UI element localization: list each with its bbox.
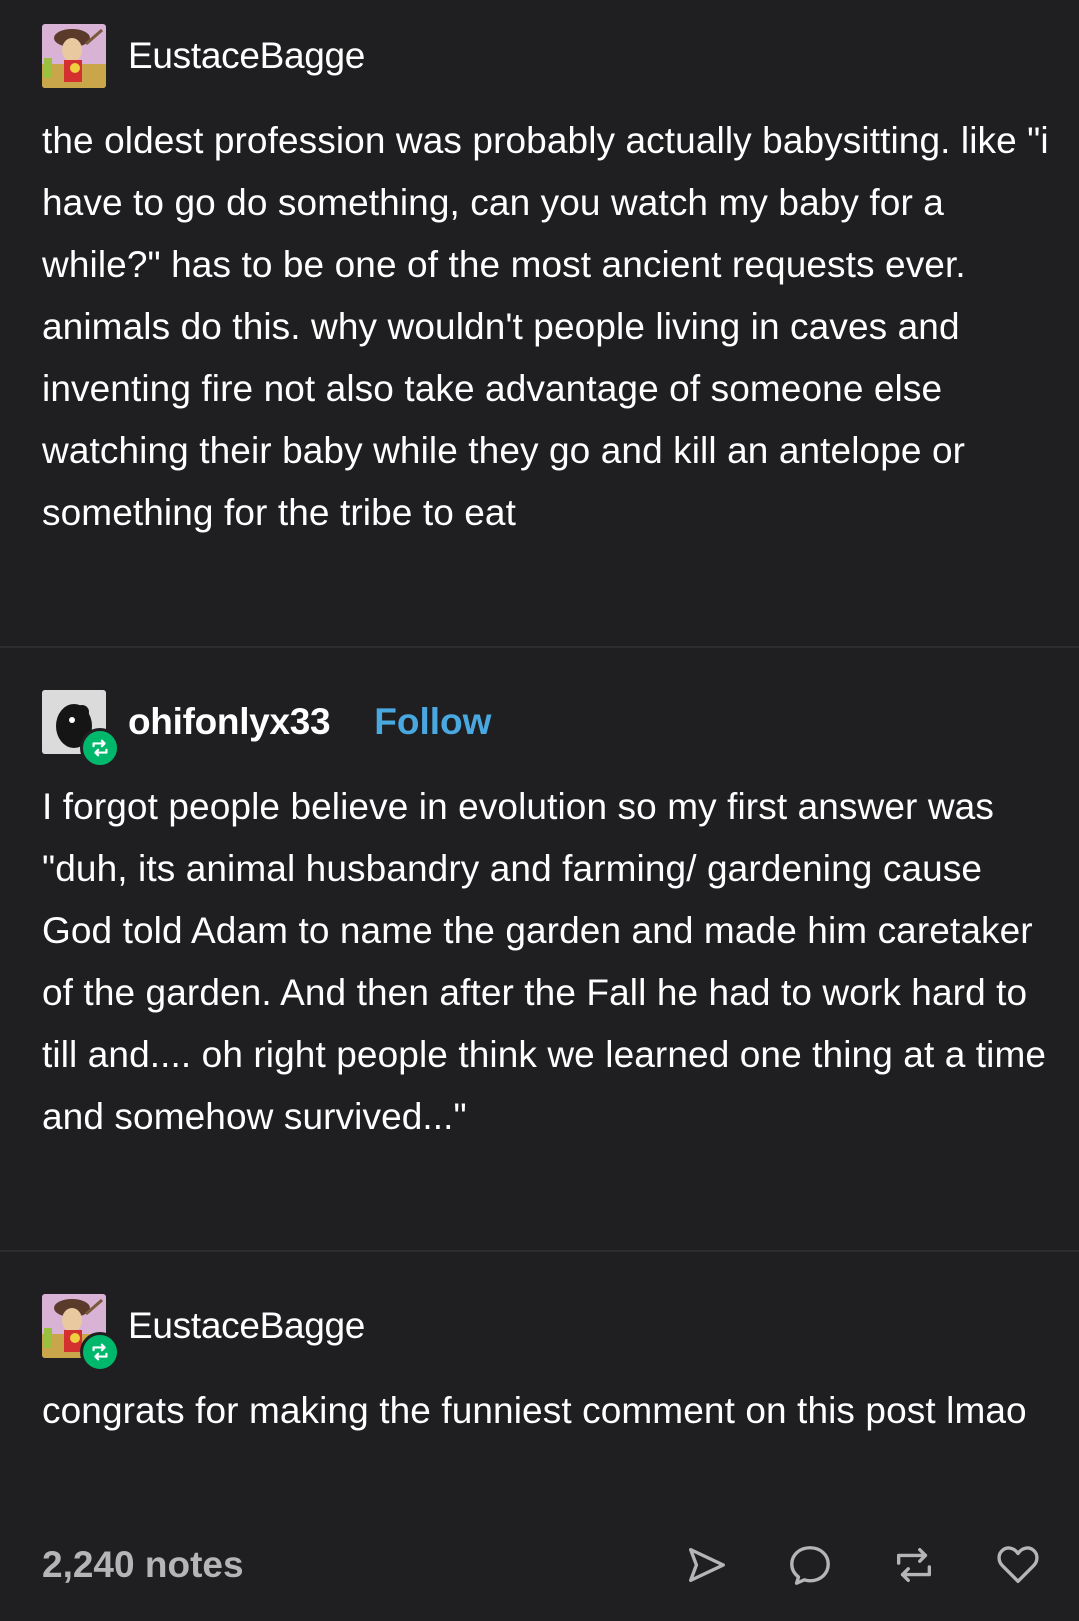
reblog-icon [92,1343,108,1361]
reblog-badge [80,1332,120,1372]
reply-icon[interactable] [786,1541,834,1589]
follow-button[interactable]: Follow [374,701,491,743]
post-body: the oldest profession was probably actua… [42,120,1049,533]
reblog-badge [80,728,120,768]
post-header: ohifonlyx33 Follow [42,690,491,768]
username[interactable]: EustaceBagge [128,35,365,77]
reblog-icon[interactable] [890,1541,938,1589]
notes-count[interactable]: 2,240 notes [42,1544,244,1586]
post-text: congrats for making the funniest comment… [42,1380,1052,1442]
post-body: congrats for making the funniest comment… [42,1390,1027,1431]
cartoon-character-avatar-icon [42,24,106,88]
username[interactable]: EustaceBagge [128,1305,365,1347]
action-bar [626,1535,1042,1595]
post-text: I forgot people believe in evolution so … [42,776,1052,1148]
post-header: EustaceBagge [42,24,365,88]
post-body: I forgot people believe in evolution so … [42,786,1047,1137]
post-footer: 2,240 notes [42,1535,1042,1595]
post-header: EustaceBagge [42,1294,365,1372]
avatar[interactable] [42,24,106,88]
post-text: the oldest profession was probably actua… [42,110,1052,544]
avatar[interactable] [42,1294,120,1372]
share-icon[interactable] [682,1541,730,1589]
like-icon[interactable] [994,1541,1042,1589]
reblog-icon [92,739,108,757]
username[interactable]: ohifonlyx33 [128,701,331,743]
divider [0,646,1079,648]
avatar[interactable] [42,690,120,768]
divider [0,1250,1079,1252]
